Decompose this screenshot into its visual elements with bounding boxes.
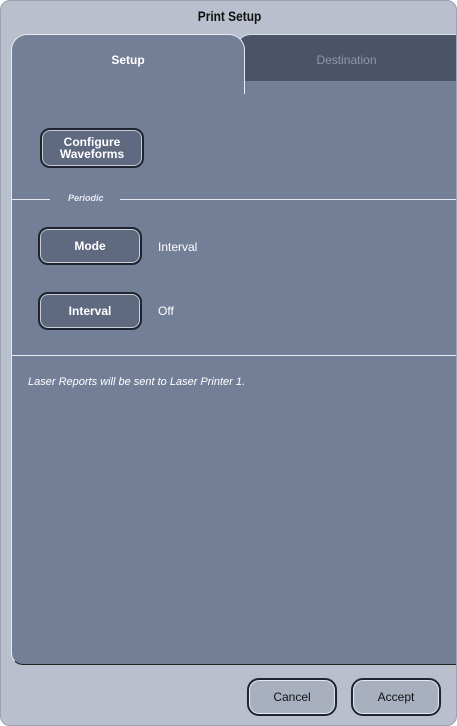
- tab-setup[interactable]: Setup: [11, 34, 245, 94]
- destination-info-text: Laser Reports will be sent to Laser Prin…: [28, 376, 246, 388]
- tab-setup-label: Setup: [111, 53, 145, 67]
- mode-button[interactable]: Mode: [38, 227, 142, 265]
- interval-button[interactable]: Interval: [38, 292, 142, 330]
- periodic-divider-right: [120, 199, 456, 200]
- configure-waveforms-label-line2: Waveforms: [59, 147, 125, 161]
- interval-value: Off: [158, 304, 174, 318]
- cancel-button-label: Cancel: [273, 690, 311, 704]
- accept-button-label: Accept: [377, 690, 415, 704]
- dialog-title: Print Setup: [197, 8, 262, 24]
- interval-button-label: Interval: [68, 304, 112, 318]
- mode-button-label: Mode: [74, 239, 106, 253]
- configure-waveforms-button[interactable]: Configure Waveforms: [40, 128, 144, 168]
- periodic-divider-left: [12, 199, 50, 200]
- accept-button[interactable]: Accept: [351, 678, 441, 716]
- tab-destination[interactable]: Destination: [235, 34, 456, 82]
- setup-panel: Configure Waveforms Periodic Mode Interv…: [11, 81, 456, 665]
- print-setup-dialog: Print Setup Destination Configure Wavefo…: [0, 0, 457, 726]
- tab-destination-label: Destination: [316, 53, 377, 67]
- periodic-section-label: Periodic: [68, 193, 104, 203]
- cancel-button[interactable]: Cancel: [247, 678, 337, 716]
- info-divider: [12, 355, 456, 356]
- mode-value: Interval: [158, 240, 198, 254]
